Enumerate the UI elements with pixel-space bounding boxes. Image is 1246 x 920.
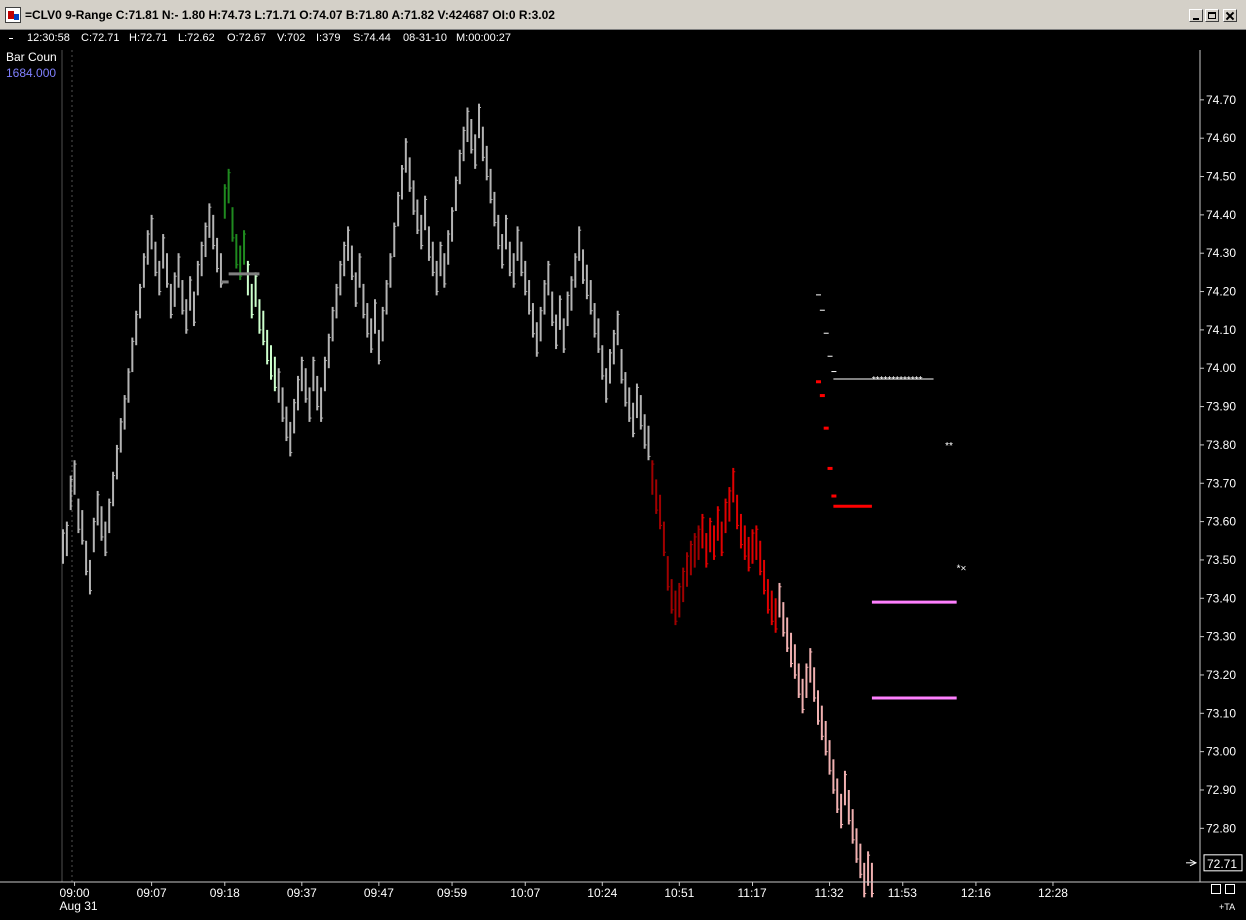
data-window-high: H:72.71: [129, 32, 168, 44]
y-tick-label: 74.50: [1206, 170, 1236, 184]
maximize-button[interactable]: [1205, 9, 1219, 22]
y-tick-label: 73.50: [1206, 553, 1236, 567]
x-date-label: Aug 31: [60, 899, 98, 913]
y-tick-label: 73.10: [1206, 706, 1236, 720]
y-tick-label: 74.70: [1206, 93, 1236, 107]
x-tick-label: 10:24: [587, 886, 617, 900]
x-tick-label: 11:32: [815, 886, 844, 900]
signal-marker: [827, 466, 833, 470]
x-tick-label: 11:53: [888, 886, 917, 900]
y-tick-label: 73.80: [1206, 438, 1236, 452]
data-window-ticks: I:379: [316, 32, 341, 44]
data-window-volume: V:702: [277, 32, 306, 44]
data-window-time: 12:30:58: [27, 32, 70, 44]
x-tick-label: 12:16: [961, 886, 991, 900]
x-tick-label: 10:51: [664, 886, 694, 900]
data-window-s: S:74.44: [353, 32, 391, 44]
window-title: =CLV0 9-Range C:71.81 N:- 1.80 H:74.73 L…: [25, 8, 555, 22]
y-tick-label: 74.10: [1206, 323, 1236, 337]
y-tick-label: 72.90: [1206, 783, 1236, 797]
signal-marker: [815, 294, 821, 296]
x-tick-label: 11:17: [738, 886, 767, 900]
y-tick-label: 73.20: [1206, 668, 1236, 682]
signal-marker: [823, 332, 829, 334]
minimize-button[interactable]: [1189, 9, 1203, 22]
y-tick-label: 74.40: [1206, 208, 1236, 222]
x-tick-label: 09:18: [210, 886, 240, 900]
y-tick-label: 74.20: [1206, 285, 1236, 299]
y-tick-label: 72.80: [1206, 821, 1236, 835]
star-marker: *×: [957, 564, 967, 575]
close-button[interactable]: [1223, 9, 1237, 22]
x-tick-label: 09:07: [137, 886, 167, 900]
data-window-dash-icon: [9, 38, 13, 39]
signal-marker: [831, 494, 837, 498]
x-tick-label: 09:00: [60, 886, 90, 900]
x-tick-label: 12:28: [1038, 886, 1068, 900]
data-window-low: L:72.62: [178, 32, 215, 44]
price-chart[interactable]: ****************×74.7074.6074.5074.4074.…: [0, 0, 1246, 920]
data-window-date: 08-31-10: [403, 32, 448, 44]
y-tick-label: 74.00: [1206, 361, 1236, 375]
x-tick-label: 09:37: [287, 886, 317, 900]
x-tick-label: 10:07: [510, 886, 540, 900]
indicator-value: 1684.000: [6, 66, 57, 80]
star-marker: **: [945, 441, 953, 452]
x-tick-label: 09:47: [364, 886, 394, 900]
data-window-close: C:72.71: [81, 32, 120, 44]
level-label: *************: [872, 375, 923, 386]
signal-marker: [815, 380, 821, 384]
signal-marker: [819, 309, 825, 311]
last-price-label: 72.71: [1207, 857, 1237, 871]
signal-marker: [827, 355, 833, 357]
y-tick-label: 74.60: [1206, 131, 1236, 145]
signal-marker: [819, 394, 825, 398]
layout-toggle-right[interactable]: [1225, 884, 1235, 894]
x-tick-label: 09:59: [437, 886, 467, 900]
y-tick-label: 73.30: [1206, 630, 1236, 644]
signal-marker: [831, 371, 837, 373]
y-tick-label: 73.40: [1206, 591, 1236, 605]
window-title-bar: =CLV0 9-Range C:71.81 N:- 1.80 H:74.73 L…: [0, 0, 1246, 30]
indicator-name: Bar Coun: [6, 50, 57, 64]
layout-toggle-left[interactable]: [1211, 884, 1221, 894]
y-tick-label: 73.00: [1206, 745, 1236, 759]
y-tick-label: 73.90: [1206, 400, 1236, 414]
chart-app-icon[interactable]: [5, 7, 21, 23]
y-tick-label: 74.30: [1206, 246, 1236, 260]
y-tick-label: 73.70: [1206, 476, 1236, 490]
signal-marker: [823, 426, 829, 430]
y-tick-label: 73.60: [1206, 515, 1236, 529]
ta-toggle[interactable]: +TA: [1219, 902, 1235, 912]
data-window-m: M:00:00:27: [456, 32, 512, 44]
data-window-open: O:72.67: [227, 32, 267, 44]
